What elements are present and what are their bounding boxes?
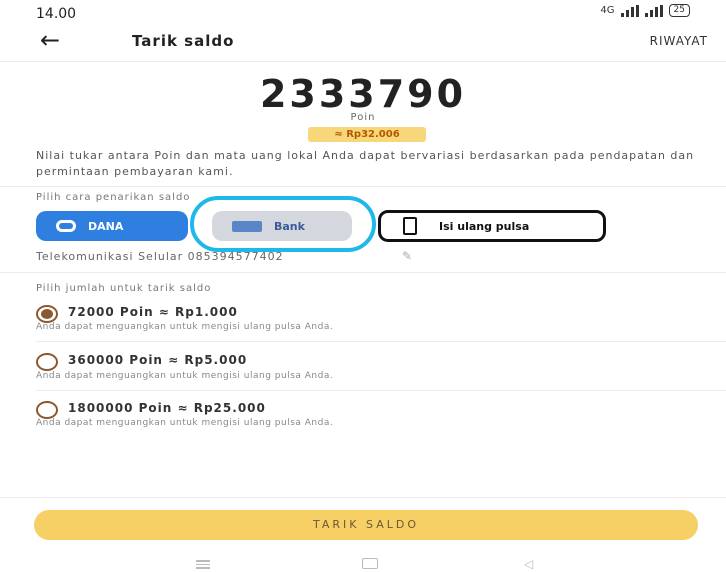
dana-icon <box>56 220 76 232</box>
section-divider <box>0 186 726 187</box>
points-balance: 2333790 <box>259 72 467 116</box>
section-divider-2 <box>0 272 726 273</box>
signal-icon-2 <box>644 4 663 17</box>
amount-radio-1[interactable] <box>36 305 58 323</box>
rupiah-estimate-badge: ≈ Rp32.006 <box>308 127 426 142</box>
amount-radio-2[interactable] <box>36 353 58 371</box>
status-icons: 4G 25 <box>600 4 690 17</box>
dana-label: DANA <box>88 219 124 233</box>
edit-pencil-icon[interactable]: ✎ <box>402 249 412 263</box>
pulsa-label: Isi ulang pulsa <box>439 219 530 233</box>
recent-apps-icon[interactable] <box>196 560 210 571</box>
withdraw-button[interactable]: TARIK SALDO <box>34 510 698 540</box>
network-label: 4G <box>600 5 615 16</box>
amount-option-3-desc: Anda dapat menguangkan untuk mengisi ula… <box>36 418 334 428</box>
phone-icon <box>403 217 417 235</box>
amount-radio-3[interactable] <box>36 401 58 419</box>
exchange-info-text: Nilai tukar antara Poin dan mata uang lo… <box>36 149 695 178</box>
history-button[interactable]: RIWAYAT <box>650 34 708 48</box>
method-section-label: Pilih cara penarikan saldo <box>36 192 191 203</box>
home-icon[interactable] <box>362 558 378 569</box>
amount-option-2-desc: Anda dapat menguangkan untuk mengisi ula… <box>36 371 334 381</box>
battery-icon: 25 <box>668 4 690 17</box>
signal-icon <box>620 4 639 17</box>
amount-option-1-desc: Anda dapat menguangkan untuk mengisi ula… <box>36 322 334 332</box>
amount-section-label: Pilih jumlah untuk tarik saldo <box>36 283 212 294</box>
amount-option-3-label[interactable]: 1800000 Poin ≈ Rp25.000 <box>68 401 266 415</box>
back-arrow-icon[interactable]: ← <box>40 28 60 52</box>
nav-back-icon[interactable]: ◁ <box>524 557 533 571</box>
selected-phone-number: Telekomunikasi Selular 085394577402 <box>36 250 284 263</box>
bottom-divider <box>0 497 726 498</box>
bank-highlight-ring <box>190 196 376 252</box>
pulsa-method-button[interactable]: Isi ulang pulsa <box>378 210 606 242</box>
points-unit: Poin <box>350 112 376 123</box>
header-divider <box>0 61 726 62</box>
amount-option-1-label[interactable]: 72000 Poin ≈ Rp1.000 <box>68 305 238 319</box>
option-divider-1 <box>36 341 726 342</box>
page-title: Tarik saldo <box>132 32 235 50</box>
option-divider-2 <box>36 390 726 391</box>
status-time: 14.00 <box>36 6 77 22</box>
amount-option-2-label[interactable]: 360000 Poin ≈ Rp5.000 <box>68 353 247 367</box>
dana-method-button[interactable]: DANA <box>36 211 188 241</box>
